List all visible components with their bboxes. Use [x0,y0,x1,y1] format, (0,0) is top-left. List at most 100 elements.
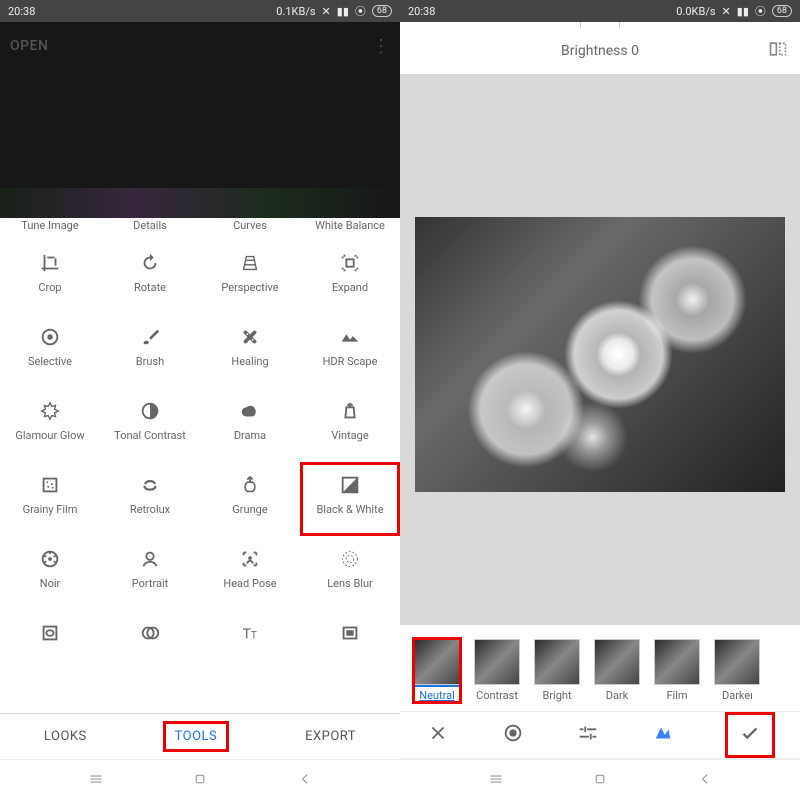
tool-lens-blur[interactable]: Lens Blur [300,536,400,610]
screen-bw-filter: 20:38 0.0KB/s ✕ ▮▮ ⦿ 68 Brightness 0 Neu… [400,0,800,801]
selective-icon [39,324,61,350]
battery-icon: 68 [372,5,392,17]
tool-grunge[interactable]: Grunge [200,462,300,536]
nav-recent-icon[interactable] [87,770,105,792]
frame-icon [339,620,361,646]
status-time: 20:38 [8,5,35,18]
battery-icon: 68 [772,5,792,17]
nav-back-icon[interactable] [296,770,314,792]
tool-hdr-scape[interactable]: HDR Scape [300,314,400,388]
filter-strip: Neutral Contrast Bright Dark Film Darker [400,625,800,711]
tool-white-balance[interactable]: White Balance [300,218,400,240]
tool-glamour-glow[interactable]: Glamour Glow [0,388,100,462]
rotate-icon [139,250,161,276]
status-time: 20:38 [408,5,435,18]
vintage-icon [339,398,361,424]
glow-icon [39,398,61,424]
android-navbar [400,759,800,801]
screen-tools: 20:38 0.1KB/s ✕ ▮▮ ⦿ 68 OPEN i ⋮ [0,0,400,801]
expand-icon [339,250,361,276]
tool-double[interactable] [100,610,200,646]
tool-healing[interactable]: Healing [200,314,300,388]
status-bar: 20:38 0.0KB/s ✕ ▮▮ ⦿ 68 [400,0,800,22]
tool-vignette[interactable] [0,610,100,646]
presets-icon[interactable] [652,722,674,748]
filter-contrast[interactable]: Contrast [474,639,520,702]
apply-button[interactable] [727,714,773,756]
tool-perspective[interactable]: Perspective [200,240,300,314]
tool-tune-image[interactable]: Tune Image [0,218,100,240]
signal-icon: ▮▮ [737,5,749,18]
tool-noir[interactable]: Noir [0,536,100,610]
mute-icon: ✕ [322,5,331,18]
image-canvas[interactable] [400,74,800,625]
grainy-icon [39,472,61,498]
tool-retrolux[interactable]: Retrolux [100,462,200,536]
crop-icon [39,250,61,276]
filter-film[interactable]: Film [654,639,700,702]
filter-thumb [474,639,520,685]
filter-bright[interactable]: Bright [534,639,580,702]
portrait-icon [139,546,161,572]
compare-icon[interactable] [768,39,788,63]
svg-text:T: T [251,631,257,642]
tool-text[interactable]: TT [200,610,300,646]
nav-home-icon[interactable] [591,770,609,792]
bw-toolbar [400,711,800,759]
text-icon: TT [239,620,261,646]
tool-portrait[interactable]: Portrait [100,536,200,610]
tool-crop[interactable]: Crop [0,240,100,314]
filter-neutral[interactable]: Neutral [414,639,460,702]
tool-selective[interactable]: Selective [0,314,100,388]
drama-icon [239,398,261,424]
filter-thumb [594,639,640,685]
modal-overlay [0,22,400,218]
filter-dark[interactable]: Dark [594,639,640,702]
brush-icon [139,324,161,350]
filter-thumb [654,639,700,685]
filter-darker[interactable]: Darker [714,639,760,702]
svg-text:T: T [243,627,251,643]
brightness-label: Brightness 0 [561,43,639,59]
lensblur-icon [339,546,361,572]
tool-head-pose[interactable]: Head Pose [200,536,300,610]
vignette-icon [39,620,61,646]
filter-thumb [534,639,580,685]
android-navbar [0,759,400,801]
tab-tools[interactable]: TOOLS [165,723,228,750]
nav-home-icon[interactable] [191,770,209,792]
tool-black-white[interactable]: Black & White [300,462,400,536]
status-speed: 0.1KB/s [276,5,315,18]
bottom-tabs: LOOKS TOOLS EXPORT [0,713,400,759]
tonal-icon [139,398,161,424]
tool-rotate[interactable]: Rotate [100,240,200,314]
tool-grainy-film[interactable]: Grainy Film [0,462,100,536]
tab-export[interactable]: EXPORT [295,723,366,750]
filter-thumb [414,639,460,685]
perspective-icon [239,250,261,276]
tool-vintage[interactable]: Vintage [300,388,400,462]
wifi-icon: ⦿ [355,3,366,19]
cancel-button[interactable] [427,722,449,748]
tab-looks[interactable]: LOOKS [34,723,97,750]
status-speed: 0.0KB/s [676,5,715,18]
tool-tonal-contrast[interactable]: Tonal Contrast [100,388,200,462]
tool-curves[interactable]: Curves [200,218,300,240]
status-bar: 20:38 0.1KB/s ✕ ▮▮ ⦿ 68 [0,0,400,22]
double-icon [139,620,161,646]
bw-icon [339,472,361,498]
adjust-icon[interactable] [577,722,599,748]
tool-frame[interactable] [300,610,400,646]
healing-icon [239,324,261,350]
tool-brush[interactable]: Brush [100,314,200,388]
nav-recent-icon[interactable] [487,770,505,792]
filter-thumb [714,639,760,685]
bw-preview-image [415,217,785,492]
tool-details[interactable]: Details [100,218,200,240]
nav-back-icon[interactable] [696,770,714,792]
tool-drama[interactable]: Drama [200,388,300,462]
headpose-icon [239,546,261,572]
grunge-icon [239,472,261,498]
color-filter-icon[interactable] [502,722,524,748]
tool-expand[interactable]: Expand [300,240,400,314]
